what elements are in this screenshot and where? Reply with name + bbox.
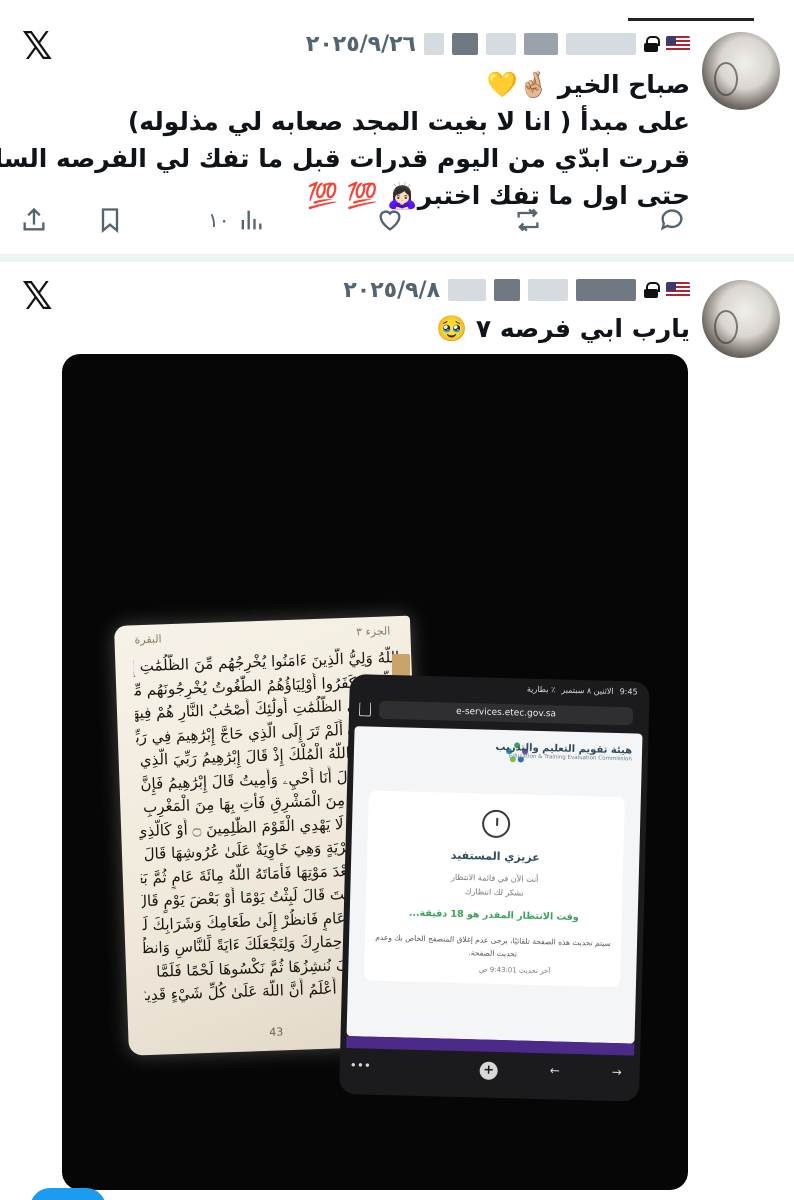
tweet-text-line: على مبدأ ( انا لا بغيت المجد صعابه لي مذ… [127, 107, 690, 136]
like-button[interactable] [376, 204, 404, 236]
share-button[interactable] [20, 204, 48, 236]
tweet-text: يارب ابي فرصه ٧ 🥹 [30, 310, 690, 347]
views-button[interactable]: ١٠ [208, 204, 265, 236]
redacted-name [524, 33, 558, 55]
redacted-name [576, 279, 636, 301]
tweet[interactable]: 𝕏 ٢٠٢٥/٩/٨ يارب ابي فرصه ٧ 🥹 البقرة الجز… [0, 262, 794, 1200]
divider [0, 254, 794, 262]
book-header: البقرة الجزء ٣ [134, 624, 390, 646]
avatar[interactable] [702, 280, 780, 358]
tweet-header: ٢٠٢٥/٩/٨ [343, 276, 690, 304]
browser-nav: ••• + ← → [349, 1056, 630, 1089]
x-logo-icon: 𝕏 [22, 24, 53, 68]
lock-icon [644, 36, 660, 52]
tweet-text-line: يارب ابي فرصه ٧ 🥹 [436, 314, 690, 343]
tablet-status-bar: 9:45 الاثنين ٨ سبتمبر ٪ بطارية [527, 685, 638, 697]
timeline: 𝕏 ٢٠٢٥/٩/٢٦ صباح الخير 🤞🏼💛 على مبدأ ( ان… [0, 0, 794, 1200]
tweet-header: ٢٠٢٥/٩/٢٦ [306, 30, 690, 58]
us-flag-icon [666, 36, 690, 52]
tablet-device: 9:45 الاثنين ٨ سبتمبر ٪ بطارية e-service… [339, 674, 650, 1102]
tweet-date[interactable]: ٢٠٢٥/٩/٢٦ [306, 32, 416, 57]
clock-icon [481, 809, 511, 839]
bookmark-icon [101, 208, 119, 233]
reply-button[interactable] [658, 204, 686, 236]
redacted-handle [424, 33, 444, 55]
more-icon: ••• [349, 1058, 372, 1073]
redacted-handle [494, 279, 520, 301]
redacted-name [528, 279, 568, 301]
redacted-handle [448, 279, 486, 301]
share-icon [23, 207, 45, 231]
repost-button[interactable] [514, 204, 542, 236]
waiting-room-card: عزيزي المستفيد أنت الآن في قائمة الانتظا… [363, 790, 625, 988]
redacted-handle [486, 33, 516, 55]
lock-icon [644, 282, 660, 298]
surah-label: البقرة [134, 632, 162, 647]
status-time: 9:45 [619, 687, 638, 697]
us-flag-icon [666, 282, 690, 298]
back-icon: ← [549, 1063, 560, 1078]
views-count: ١٠ [208, 208, 230, 232]
web-page: هيئة تقويم التعليم والتدريب Education & … [346, 726, 643, 1044]
status-date: الاثنين ٨ سبتمبر [561, 685, 614, 696]
forward-icon: → [611, 1064, 622, 1080]
last-update: آخر تحديث 9:43:01 ص [478, 965, 551, 976]
tweet-date[interactable]: ٢٠٢٥/٩/٨ [343, 278, 440, 303]
tweet-photo[interactable]: البقرة الجزء ٣ اللَّهُ وَلِيُّ الَّذِينَ… [62, 354, 688, 1190]
refresh-note: سيتم تحديث هذه الصفحة تلقائيًا، يرجى عدم… [375, 932, 611, 959]
tweet-text: صباح الخير 🤞🏼💛 على مبدأ ( انا لا بغيت ال… [0, 66, 690, 214]
redacted-handle [452, 33, 478, 55]
share-icon [358, 702, 372, 717]
reply-icon [660, 209, 683, 231]
new-tab-icon: + [479, 1061, 498, 1080]
juz-label: الجزء ٣ [355, 624, 391, 639]
status-battery: ٪ بطارية [526, 684, 556, 695]
repost-icon [517, 208, 539, 232]
queue-text: أنت الآن في قائمة الانتظار [450, 872, 539, 884]
compose-button[interactable] [30, 1188, 106, 1200]
tweet-text-line: صباح الخير 🤞🏼💛 [486, 70, 690, 99]
bookmark-button[interactable] [96, 204, 124, 236]
tweet[interactable]: 𝕏 ٢٠٢٥/٩/٢٦ صباح الخير 🤞🏼💛 على مبدأ ( ان… [0, 0, 794, 254]
tweet-text-line: قررت ابدّي من اليوم قدرات قبل ما تفك لي … [0, 144, 690, 173]
thanks-text: نشكر لك انتظارك [464, 887, 524, 898]
address-bar: e-services.etec.gov.sa [378, 700, 634, 726]
greeting: عزيزي المستفيد [450, 848, 540, 865]
avatar[interactable] [702, 32, 780, 110]
tweet-actions: ١٠ [0, 202, 794, 238]
redacted-name [566, 33, 636, 55]
estimated-wait: وقت الانتظار المقدر هو 18 دقيقة... [408, 907, 579, 924]
views-icon [242, 210, 262, 230]
heart-icon [379, 210, 401, 231]
org-name: هيئة تقويم التعليم والتدريب Education & … [495, 742, 632, 763]
